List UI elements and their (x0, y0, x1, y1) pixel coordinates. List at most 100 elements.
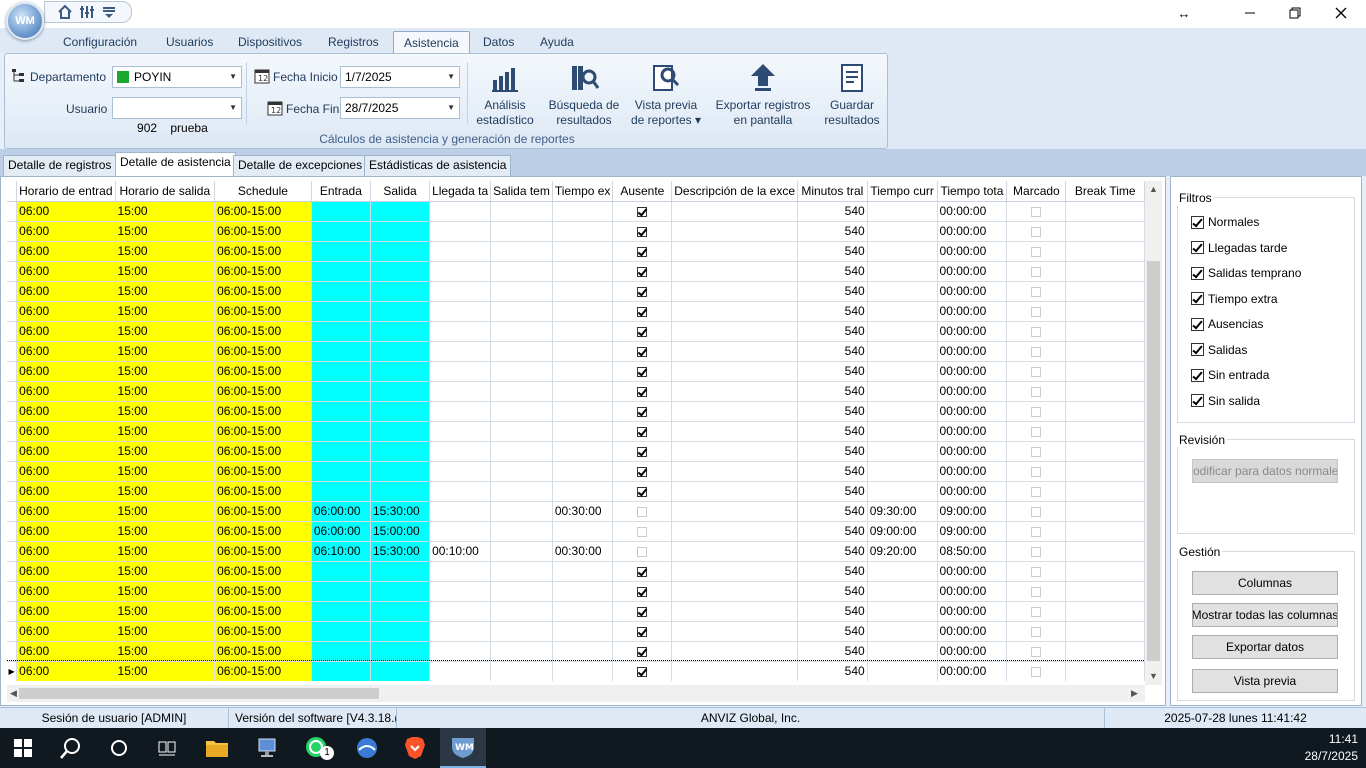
table-row[interactable]: 06:00 15:00 06:00-15:00 540 00:00:00 (7, 461, 1145, 482)
table-cell[interactable] (490, 421, 553, 442)
table-cell[interactable]: 15:00 (115, 241, 216, 262)
table-cell[interactable] (311, 621, 371, 642)
column-header[interactable]: Break Time (1065, 181, 1145, 202)
table-cell[interactable]: 540 (797, 301, 868, 322)
table-cell[interactable]: 06:00 (16, 341, 116, 362)
column-header[interactable]: Ausente (612, 181, 673, 202)
table-cell[interactable]: 06:00-15:00 (214, 581, 312, 602)
table-cell[interactable]: 06:00-15:00 (214, 601, 312, 622)
ausente-checkbox-cell[interactable] (612, 661, 673, 681)
table-cell[interactable] (671, 561, 798, 582)
table-cell[interactable] (490, 341, 553, 362)
table-cell[interactable]: 15:30:00 (370, 501, 431, 522)
table-cell[interactable] (552, 481, 614, 502)
column-header[interactable]: Descripción de la exce (671, 181, 798, 202)
checkbox[interactable] (1031, 486, 1042, 497)
table-cell[interactable] (429, 501, 492, 522)
table-cell[interactable]: 00:00:00 (937, 241, 1008, 262)
table-cell[interactable]: 06:00-15:00 (214, 641, 312, 662)
tools-icon[interactable] (79, 4, 95, 20)
ausente-checkbox-cell[interactable] (612, 401, 673, 422)
ausente-checkbox-cell[interactable] (612, 601, 673, 622)
table-cell[interactable] (370, 201, 431, 222)
table-row[interactable]: 06:00 15:00 06:00-15:00 540 00:00:00 (7, 241, 1145, 262)
table-cell[interactable] (429, 341, 492, 362)
ausente-checkbox-cell[interactable] (612, 201, 673, 222)
table-cell[interactable]: 15:00 (115, 361, 216, 382)
table-cell[interactable] (490, 581, 553, 602)
row-indicator[interactable] (7, 341, 18, 362)
table-cell[interactable]: 06:00-15:00 (214, 301, 312, 322)
table-cell[interactable]: 06:00 (16, 481, 116, 502)
table-cell[interactable] (429, 381, 492, 402)
table-cell[interactable] (311, 461, 371, 482)
marcado-checkbox-cell[interactable] (1006, 621, 1067, 642)
row-indicator[interactable] (7, 321, 18, 342)
table-cell[interactable] (552, 621, 614, 642)
checkbox[interactable] (637, 506, 648, 517)
scroll-up-icon[interactable]: ▲ (1149, 184, 1158, 194)
table-cell[interactable]: 06:00-15:00 (214, 461, 312, 482)
table-cell[interactable]: 15:00 (115, 541, 216, 562)
table-cell[interactable]: 06:00 (16, 361, 116, 382)
table-cell[interactable] (429, 241, 492, 262)
table-cell[interactable]: 00:10:00 (429, 541, 492, 562)
table-cell[interactable] (429, 221, 492, 242)
vista-previa-button[interactable]: Vista previa (1192, 669, 1338, 693)
table-cell[interactable]: 00:00:00 (937, 361, 1008, 382)
horizontal-scroll-thumb[interactable] (19, 688, 379, 699)
table-cell[interactable] (867, 561, 938, 582)
table-cell[interactable] (370, 561, 431, 582)
ausente-checkbox-cell[interactable] (612, 581, 673, 602)
checkbox[interactable] (637, 566, 648, 577)
table-cell[interactable]: 06:00 (16, 621, 116, 642)
table-cell[interactable] (311, 241, 371, 262)
table-cell[interactable]: 15:00 (115, 281, 216, 302)
scroll-left-icon[interactable]: ◀ (10, 688, 17, 699)
tab-ayuda[interactable]: Ayuda (530, 31, 584, 53)
table-cell[interactable] (490, 381, 553, 402)
table-cell[interactable] (671, 421, 798, 442)
filter-checkbox[interactable]: Salidas (1191, 343, 1247, 357)
table-cell[interactable] (490, 361, 553, 382)
table-row[interactable]: 06:00 15:00 06:00-15:00 06:10:00 15:30:00 00:… (7, 541, 1145, 562)
table-cell[interactable]: 540 (797, 361, 868, 382)
table-cell[interactable] (490, 261, 553, 282)
table-cell[interactable] (1065, 641, 1145, 662)
table-cell[interactable] (552, 601, 614, 622)
checkbox[interactable] (1191, 241, 1204, 254)
checkbox[interactable] (637, 346, 648, 357)
table-cell[interactable]: 00:00:00 (937, 201, 1008, 222)
table-cell[interactable] (1065, 501, 1145, 522)
close-button[interactable] (1331, 4, 1351, 22)
row-indicator[interactable] (7, 501, 18, 522)
table-cell[interactable] (311, 361, 371, 382)
table-cell[interactable] (370, 641, 431, 662)
checkbox[interactable] (1191, 394, 1204, 407)
table-cell[interactable] (552, 421, 614, 442)
table-cell[interactable]: 00:00:00 (937, 421, 1008, 442)
marcado-checkbox-cell[interactable] (1006, 561, 1067, 582)
table-cell[interactable] (311, 421, 371, 442)
table-row[interactable]: 06:00 15:00 06:00-15:00 540 00:00:00 (7, 441, 1145, 462)
table-cell[interactable]: 00:00:00 (937, 641, 1008, 662)
table-cell[interactable] (490, 621, 553, 642)
filter-checkbox[interactable]: Ausencias (1191, 317, 1263, 331)
marcado-checkbox-cell[interactable] (1006, 301, 1067, 322)
table-cell[interactable] (311, 201, 371, 222)
table-cell[interactable] (370, 601, 431, 622)
table-cell[interactable]: 06:00 (16, 281, 116, 302)
table-cell[interactable] (671, 441, 798, 462)
table-cell[interactable]: 06:00-15:00 (214, 221, 312, 242)
table-cell[interactable]: 540 (797, 661, 868, 681)
table-cell[interactable]: 06:00 (16, 661, 116, 681)
ausente-checkbox-cell[interactable] (612, 381, 673, 402)
ausente-checkbox-cell[interactable] (612, 421, 673, 442)
row-indicator[interactable] (7, 381, 18, 402)
marcado-checkbox-cell[interactable] (1006, 601, 1067, 622)
row-indicator[interactable] (7, 361, 18, 382)
table-cell[interactable]: 00:00:00 (937, 561, 1008, 582)
table-cell[interactable] (311, 401, 371, 422)
scroll-down-icon[interactable]: ▼ (1149, 671, 1158, 681)
tab-estadisticas-asistencia[interactable]: Estádisticas de asistencia (364, 155, 512, 176)
